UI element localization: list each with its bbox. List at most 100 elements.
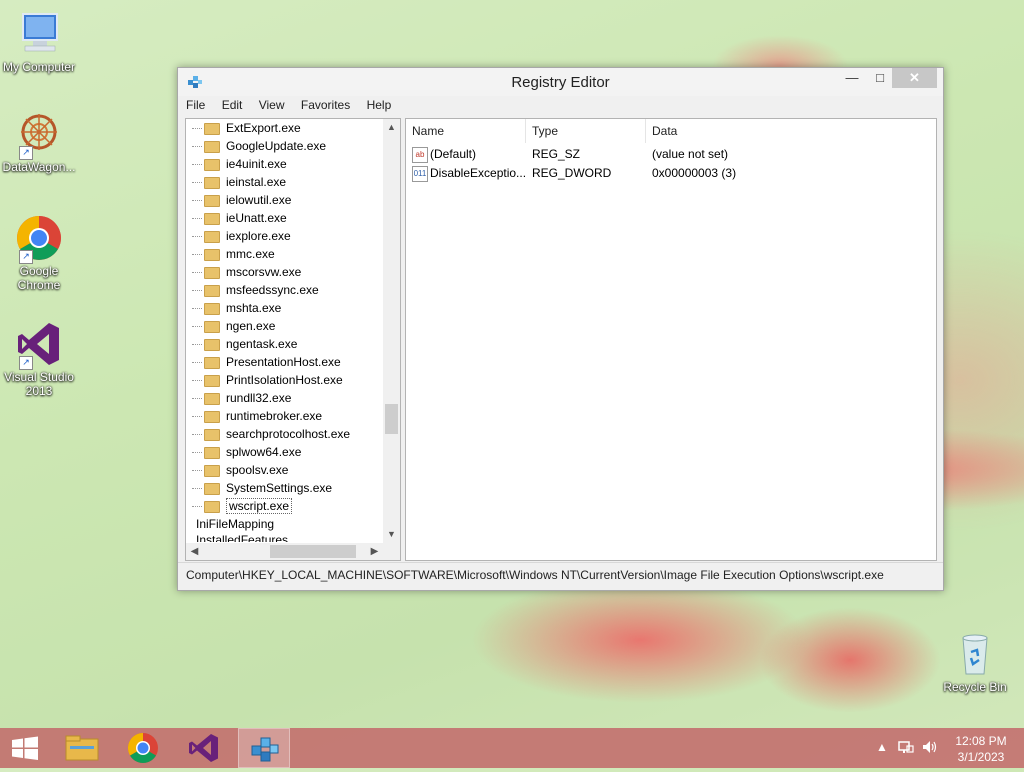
title-bar[interactable]: Registry Editor — □ ✕ (178, 68, 943, 96)
tree-vertical-scrollbar[interactable]: ▲ ▼ (383, 119, 400, 543)
datawagon-icon: ↗ (15, 110, 63, 160)
folder-icon (204, 248, 220, 261)
recycle-bin-icon (951, 630, 999, 678)
folder-icon (204, 302, 220, 315)
tree-item-selected[interactable]: wscript.exe (192, 497, 293, 515)
scroll-up-icon[interactable]: ▲ (383, 119, 400, 136)
tree-horizontal-scrollbar[interactable]: ◀ ▶ (186, 543, 400, 560)
folder-icon (204, 266, 220, 279)
windows-logo-icon (12, 736, 38, 760)
window-title: Registry Editor (511, 74, 610, 91)
volume-icon[interactable] (921, 739, 939, 758)
folder-icon (204, 230, 220, 243)
desktop-icon-label: Recycle Bin (943, 680, 1007, 694)
desktop-icon-my-computer[interactable]: My Computer (1, 10, 77, 74)
system-clock[interactable]: 12:08 PM 3/1/2023 (948, 733, 1014, 765)
tree-item[interactable]: ngentask.exe (192, 335, 297, 353)
binary-value-icon: 011 (412, 166, 428, 182)
visual-studio-icon: ↗ (15, 320, 63, 370)
menu-view[interactable]: View (259, 98, 285, 112)
tree-item[interactable]: InstalledFeatures (186, 533, 288, 542)
folder-icon (204, 194, 220, 207)
tree-item[interactable]: IniFileMapping (186, 515, 274, 533)
tree-item[interactable]: ngen.exe (192, 317, 275, 335)
desktop-icon-datawagon[interactable]: ↗ DataWagon... (1, 110, 77, 174)
menu-file[interactable]: File (186, 98, 205, 112)
shortcut-arrow-icon: ↗ (19, 146, 33, 160)
folder-icon (204, 122, 220, 135)
tree-item[interactable]: iexplore.exe (192, 227, 291, 245)
tree-item[interactable]: SystemSettings.exe (192, 479, 332, 497)
registry-editor-icon (251, 737, 279, 762)
folder-icon (204, 500, 220, 513)
visual-studio-icon (189, 734, 218, 762)
folder-icon (204, 140, 220, 153)
tree-item[interactable]: PrintIsolationHost.exe (192, 371, 343, 389)
menu-favorites[interactable]: Favorites (301, 98, 350, 112)
clock-date: 3/1/2023 (957, 750, 1005, 764)
desktop-icon-google-chrome[interactable]: ↗ Google Chrome (1, 214, 77, 292)
taskbar-visual-studio[interactable] (178, 728, 230, 768)
status-bar-path: Computer\HKEY_LOCAL_MACHINE\SOFTWARE\Mic… (178, 562, 943, 586)
chrome-icon (127, 733, 158, 764)
folder-icon (204, 338, 220, 351)
tree-item[interactable]: ieUnatt.exe (192, 209, 287, 227)
column-header-data[interactable]: Data (646, 119, 936, 143)
maximize-button[interactable]: □ (866, 68, 894, 88)
tree-item[interactable]: ielowutil.exe (192, 191, 291, 209)
tree-item[interactable]: GoogleUpdate.exe (192, 137, 326, 155)
taskbar-chrome[interactable] (117, 728, 169, 768)
desktop-icon-label: Google Chrome (17, 264, 61, 292)
shortcut-arrow-icon: ↗ (19, 356, 33, 370)
desktop-icon-label: My Computer (2, 60, 76, 74)
value-row[interactable]: ab (Default) REG_SZ (value not set) (406, 145, 936, 164)
folder-icon (204, 284, 220, 297)
tree-item[interactable]: ExtExport.exe (192, 119, 301, 137)
tree-item[interactable]: runtimebroker.exe (192, 407, 322, 425)
tree-item[interactable]: splwow64.exe (192, 443, 301, 461)
column-header-type[interactable]: Type (526, 119, 646, 143)
chrome-icon: ↗ (15, 214, 63, 264)
scroll-thumb[interactable] (385, 404, 398, 434)
tree-item[interactable]: rundll32.exe (192, 389, 291, 407)
registry-editor-window[interactable]: Registry Editor — □ ✕ File Edit View Fav… (177, 67, 944, 591)
column-header-name[interactable]: Name (406, 119, 526, 143)
folder-icon (204, 446, 220, 459)
close-button[interactable]: ✕ (892, 68, 937, 88)
start-button[interactable] (0, 728, 52, 768)
taskbar: ▲ 12:08 PM 3/1/2023 (0, 728, 1024, 768)
tree-item[interactable]: msfeedssync.exe (192, 281, 319, 299)
menu-help[interactable]: Help (367, 98, 392, 112)
folder-icon (204, 464, 220, 477)
minimize-button[interactable]: — (838, 68, 866, 88)
taskbar-registry-editor[interactable] (238, 728, 290, 768)
tree-item[interactable]: ieinstal.exe (192, 173, 286, 191)
tree-item[interactable]: PresentationHost.exe (192, 353, 341, 371)
folder-icon (204, 212, 220, 225)
registry-tree[interactable]: ExtExport.exe GoogleUpdate.exe ie4uinit.… (185, 118, 401, 561)
string-value-icon: ab (412, 147, 428, 163)
tree-item[interactable]: mmc.exe (192, 245, 275, 263)
tree-item[interactable]: searchprotocolhost.exe (192, 425, 350, 443)
menu-edit[interactable]: Edit (222, 98, 243, 112)
network-icon[interactable] (897, 739, 915, 758)
taskbar-file-explorer[interactable] (56, 728, 108, 768)
scroll-down-icon[interactable]: ▼ (383, 526, 400, 543)
show-hidden-icons-icon[interactable]: ▲ (876, 740, 888, 754)
tree-item[interactable]: mscorsvw.exe (192, 263, 301, 281)
scroll-left-icon[interactable]: ◀ (186, 543, 203, 560)
desktop-icon-visual-studio[interactable]: ↗ Visual Studio 2013 (1, 320, 77, 398)
value-row[interactable]: 011 DisableExceptio... REG_DWORD 0x00000… (406, 164, 936, 183)
desktop-icon-recycle-bin[interactable]: Recycle Bin (937, 630, 1013, 694)
tree-item[interactable]: mshta.exe (192, 299, 281, 317)
scroll-corner (383, 543, 400, 560)
tree-item[interactable]: ie4uinit.exe (192, 155, 287, 173)
desktop-icon-label: DataWagon... (2, 160, 76, 174)
folder-icon (204, 176, 220, 189)
scroll-right-icon[interactable]: ▶ (366, 543, 383, 560)
values-pane[interactable]: Name Type Data ab (Default) REG_SZ (valu… (405, 118, 937, 561)
scroll-thumb[interactable] (270, 545, 356, 558)
folder-icon (204, 482, 220, 495)
tree-item[interactable]: spoolsv.exe (192, 461, 288, 479)
folder-icon (204, 410, 220, 423)
